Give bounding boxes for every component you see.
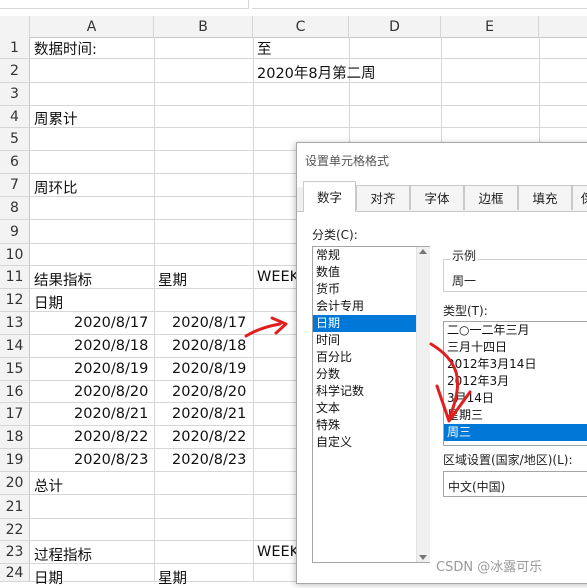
annotation-arrow-to-date bbox=[244, 322, 282, 338]
annotation-overlay bbox=[244, 316, 472, 423]
watermark: CSDN @冰露可乐 bbox=[436, 560, 543, 575]
tab-number[interactable]: 数字 bbox=[303, 181, 356, 212]
